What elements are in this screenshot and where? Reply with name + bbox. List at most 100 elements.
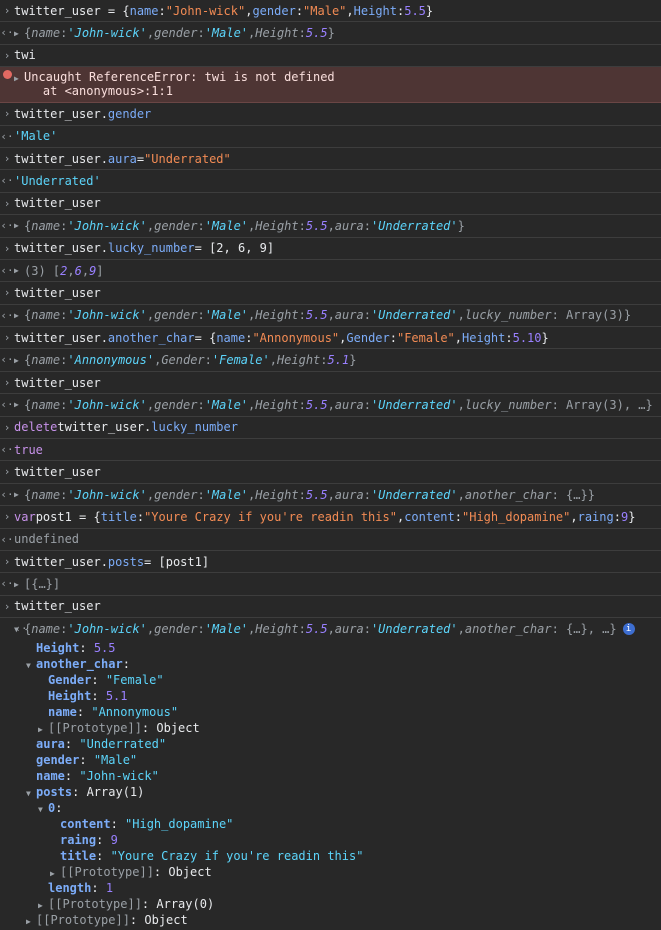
console-input-line: › twitter_user xyxy=(0,282,661,305)
tree-property[interactable]: ▼ another_char: xyxy=(14,656,661,672)
code-token: , xyxy=(457,487,465,502)
code-token: 'Male' xyxy=(204,487,249,502)
code-token: "Male" xyxy=(93,753,138,768)
code-token: : xyxy=(363,218,371,233)
expand-triangle-icon[interactable]: ▶ xyxy=(14,74,24,83)
object-summary[interactable]: ▼{name: 'John-wick', gender: 'Male', Hei… xyxy=(14,618,661,640)
code-token: "Underrated" xyxy=(79,737,167,752)
code-token: gender xyxy=(107,106,152,121)
code-token: Height xyxy=(48,689,92,704)
code-token: : xyxy=(136,509,145,524)
expand-triangle-icon[interactable]: ▶ xyxy=(14,356,24,365)
console-output-line[interactable]: ‹· ▶{name: 'John-wick', gender: 'Male', H… xyxy=(0,22,661,45)
code-token: lucky_number xyxy=(464,308,552,323)
code-token: , xyxy=(346,3,354,18)
code-token: = [post1] xyxy=(144,554,210,569)
info-icon[interactable]: i xyxy=(622,623,635,636)
code-token: : xyxy=(389,330,397,345)
console-output-line[interactable]: ‹· ▶ [{…}] xyxy=(0,573,661,596)
code-token: 9 xyxy=(110,833,118,848)
code-token: : xyxy=(295,3,304,18)
code-token: : xyxy=(298,622,306,637)
tree-property[interactable]: ▼ 0: xyxy=(14,800,661,816)
expand-triangle-icon[interactable]: ▶ xyxy=(14,221,24,230)
console-output-line: ‹· true xyxy=(0,439,661,462)
code-token: "Youre Crazy if you're readin this" xyxy=(110,849,364,864)
console-output-line[interactable]: ‹· ▶ (3) [2, 6, 9] xyxy=(0,260,661,283)
code-token: : xyxy=(613,509,621,524)
code-token: : xyxy=(79,641,94,656)
code-token: 'Underrated' xyxy=(370,622,458,637)
tree-property: title: "Youre Crazy if you're readin thi… xyxy=(14,848,661,864)
expand-triangle-icon[interactable]: ▶ xyxy=(14,266,24,275)
code-token: twitter_user xyxy=(14,599,101,614)
code-token: { xyxy=(24,487,32,502)
code-token: , xyxy=(327,308,335,323)
code-token: Height xyxy=(255,26,299,41)
tree-property[interactable]: ▶ [[Prototype]]: Object xyxy=(14,864,661,880)
expand-triangle-icon[interactable]: ▶ xyxy=(26,914,36,930)
code-token: : xyxy=(79,753,94,768)
console-output-line[interactable]: ‹· ▶{name: 'John-wick', gender: 'Male', H… xyxy=(0,215,661,238)
code-token: [{…}] xyxy=(24,577,61,592)
expand-triangle-icon[interactable]: ▶ xyxy=(14,400,24,409)
code-token: 5.5 xyxy=(305,218,328,233)
result-arrow-icon: ‹· xyxy=(0,263,14,277)
code-token: another_char xyxy=(464,622,552,637)
console-output-line[interactable]: ‹· ▶{name: 'John-wick', gender: 'Male', H… xyxy=(0,484,661,507)
tree-property[interactable]: ▶ [[Prototype]]: Object xyxy=(14,912,661,928)
tree-property: Gender: "Female" xyxy=(14,672,661,688)
code-token: Height xyxy=(255,487,299,502)
console-input-line: › twitter_user xyxy=(0,596,661,619)
code-token: 'John-wick' xyxy=(67,308,147,323)
code-token: , xyxy=(146,397,155,412)
code-token: 'Male' xyxy=(204,218,249,233)
console-output-line[interactable]: ‹· ▶{name: 'John-wick', gender: 'Male', H… xyxy=(0,394,661,417)
code-token: : xyxy=(122,657,130,672)
expand-triangle-icon[interactable]: ▶ xyxy=(14,580,24,589)
prompt-chevron-icon: › xyxy=(3,4,11,17)
tree-property[interactable]: ▼ posts: Array(1) xyxy=(14,784,661,800)
result-arrow-icon: ‹· xyxy=(0,487,14,501)
code-token: : xyxy=(505,330,513,345)
expand-triangle-icon[interactable]: ▶ xyxy=(14,490,24,499)
code-token: : xyxy=(60,308,68,323)
code-token: twitter_user xyxy=(14,375,101,390)
code-token: title xyxy=(100,509,137,524)
code-token: : xyxy=(60,26,68,41)
expand-triangle-icon[interactable]: ▶ xyxy=(14,29,24,38)
tree-property: gender: "Male" xyxy=(14,752,661,768)
tree-property: content: "High_dopamine" xyxy=(14,816,661,832)
code-token: , xyxy=(457,397,465,412)
code-token: 1 xyxy=(105,881,114,896)
expand-triangle-icon[interactable]: ▶ xyxy=(14,311,24,320)
code-token: aura xyxy=(36,737,65,752)
error-circle-icon xyxy=(2,70,12,80)
console-input-line: › delete twitter_user. lucky_number xyxy=(0,417,661,440)
code-token: aura xyxy=(107,151,137,166)
code-token: : xyxy=(96,849,111,864)
code-token: name xyxy=(36,769,65,784)
code-token: : xyxy=(64,737,80,752)
console-input-line: › twitter_user. another_char = {name: "Ann… xyxy=(0,327,661,350)
code-token: Gender xyxy=(48,673,92,688)
tree-property[interactable]: ▶ [[Prototype]]: Array(0) xyxy=(14,896,661,912)
code-token: : xyxy=(197,397,205,412)
code-token: aura xyxy=(334,622,364,637)
code-token: : xyxy=(60,353,68,368)
code-token: } xyxy=(349,353,357,368)
code-token: Height xyxy=(255,622,299,637)
code-token: twitter_user. xyxy=(57,420,152,435)
code-token: name xyxy=(31,622,61,637)
code-token: : xyxy=(197,622,205,637)
console-input-line: › twi xyxy=(0,45,661,68)
tree-property[interactable]: ▶ [[Prototype]]: Object xyxy=(14,720,661,736)
code-token: : xyxy=(55,801,63,816)
code-token: undefined xyxy=(14,532,80,547)
console-input-line: › twitter_user. gender xyxy=(0,103,661,126)
console-output-line[interactable]: ‹· ▶{name: 'Annonymous', Gender: 'Female'… xyxy=(0,349,661,372)
prompt-chevron-icon: › xyxy=(3,599,11,613)
code-token: : xyxy=(60,622,68,637)
console-output-line[interactable]: ‹· ▶{name: 'John-wick', gender: 'Male', H… xyxy=(0,305,661,328)
code-token: "Underrated" xyxy=(144,151,231,166)
